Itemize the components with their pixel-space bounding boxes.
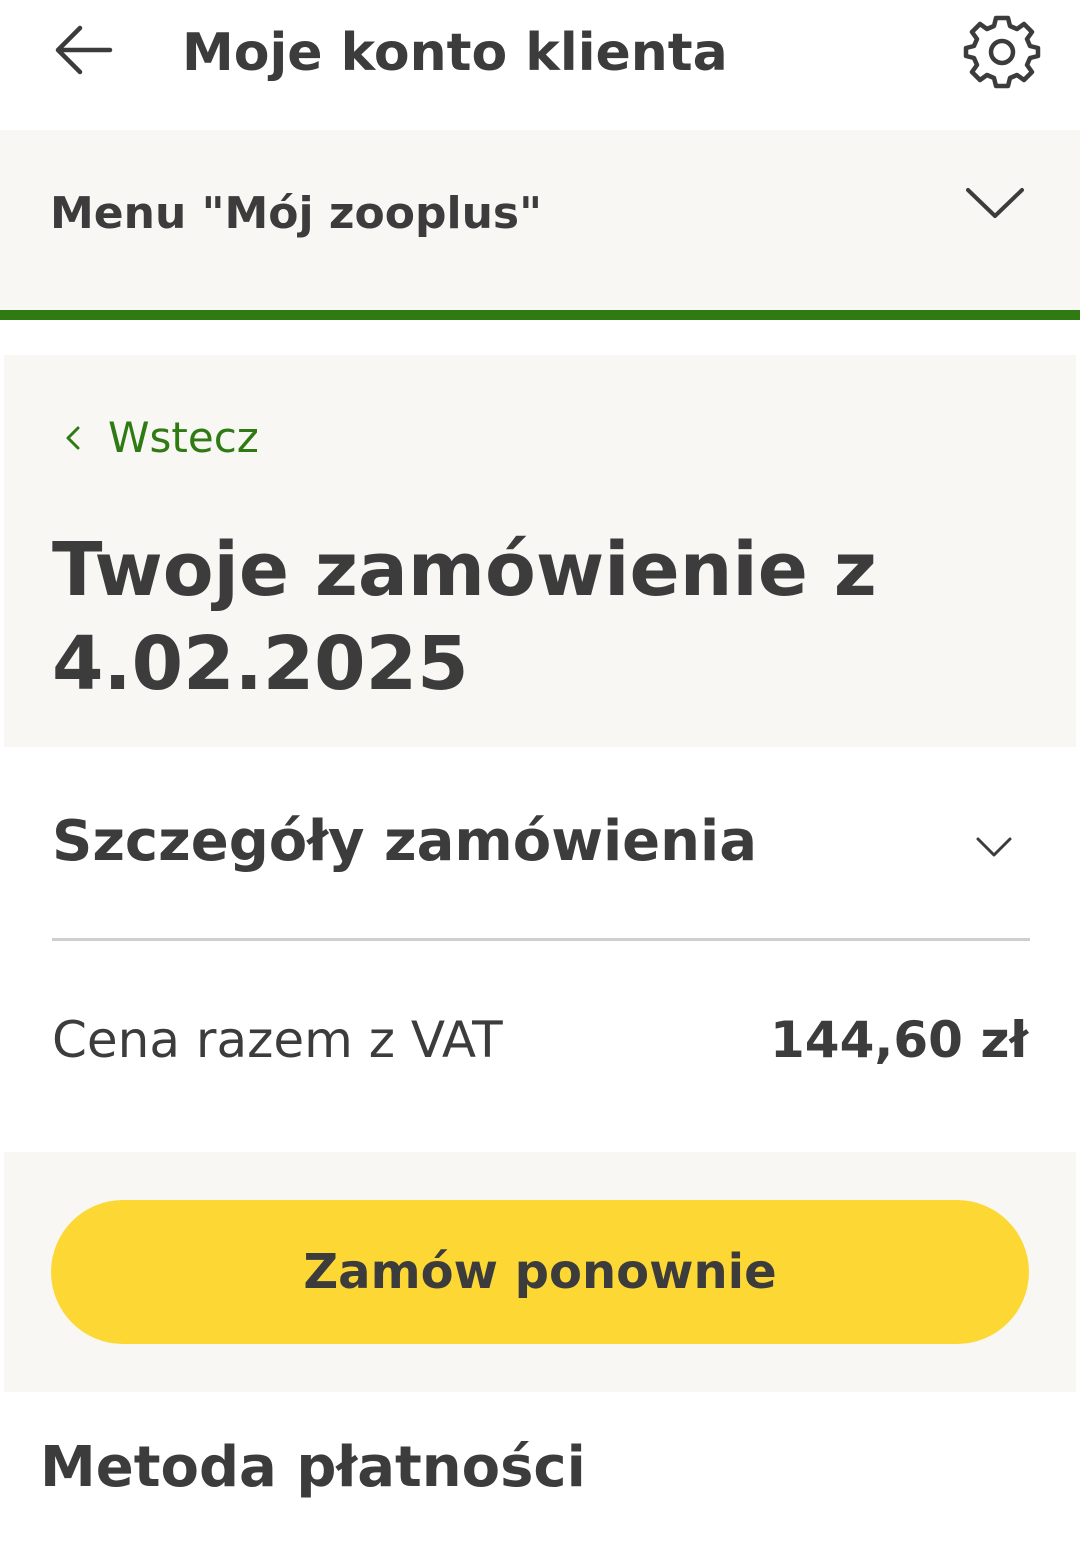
my-zooplus-menu[interactable]: Menu "Mój zooplus" bbox=[0, 130, 1080, 310]
order-details-title: Szczegóły zamówienia bbox=[52, 809, 758, 874]
back-link-label: Wstecz bbox=[108, 413, 259, 462]
menu-label: Menu "Mój zooplus" bbox=[50, 188, 543, 239]
payment-method-title: Metoda płatności bbox=[40, 1435, 586, 1500]
app-title: Moje konto klienta bbox=[182, 23, 728, 83]
reorder-button[interactable]: Zamów ponownie bbox=[51, 1200, 1029, 1344]
menu-underline bbox=[0, 310, 1080, 320]
gear-icon[interactable] bbox=[962, 12, 1042, 92]
chevron-down-icon bbox=[966, 188, 1024, 218]
chevron-left-icon bbox=[66, 426, 80, 450]
divider bbox=[52, 938, 1030, 941]
reorder-section: Zamów ponownie bbox=[4, 1152, 1076, 1392]
back-link[interactable]: Wstecz bbox=[62, 413, 259, 463]
page-title-line2: 4.02.2025 bbox=[52, 621, 469, 707]
page-title: Twoje zamówienie z 4.02.2025 bbox=[52, 523, 952, 711]
order-header: Wstecz Twoje zamówienie z 4.02.2025 bbox=[4, 355, 1076, 747]
total-price-label: Cena razem z VAT bbox=[52, 1011, 503, 1069]
arrow-left-icon[interactable] bbox=[52, 20, 116, 80]
top-app-bar: Moje konto klienta bbox=[0, 0, 1080, 130]
total-price-value: 144,60 zł bbox=[769, 1011, 1028, 1069]
order-details-accordion[interactable]: Szczegóły zamówienia bbox=[52, 790, 1030, 900]
page-title-line1: Twoje zamówienie z bbox=[52, 527, 877, 613]
chevron-down-icon bbox=[976, 837, 1012, 857]
